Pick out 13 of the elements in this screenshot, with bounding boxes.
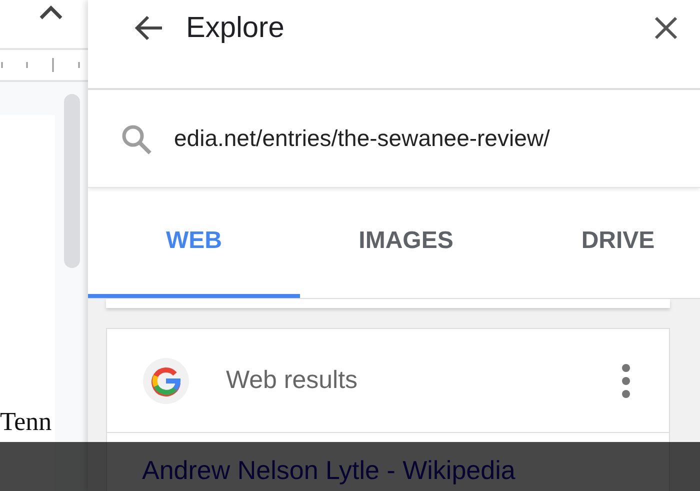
search-field[interactable]: edia.net/entries/the-sewanee-review/ (88, 90, 700, 188)
document-text: Tenn (0, 407, 53, 437)
close-icon[interactable] (654, 16, 678, 40)
scrollbar-thumb[interactable] (64, 94, 80, 268)
search-icon (120, 122, 152, 154)
more-options-icon[interactable] (621, 362, 631, 398)
caret-up-icon[interactable] (38, 4, 64, 20)
section-heading: Web results (226, 366, 358, 395)
google-logo-icon (142, 356, 190, 404)
panel-title: Explore (186, 12, 284, 44)
tab[interactable]: IMAGES (300, 188, 512, 298)
back-arrow-icon[interactable] (134, 15, 164, 41)
tab[interactable]: DRIVE (512, 188, 700, 298)
